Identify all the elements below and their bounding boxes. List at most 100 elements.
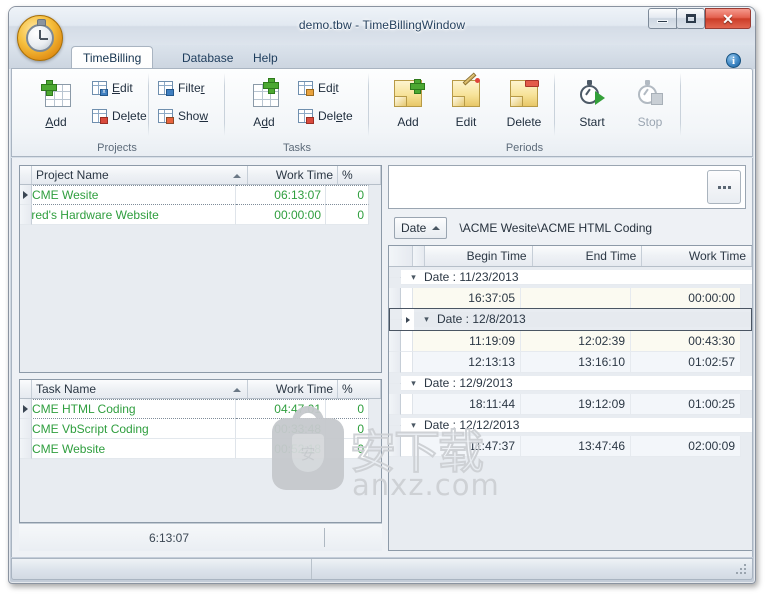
group-header-row[interactable]: ▾ Date : 11/23/2013: [389, 267, 752, 288]
table-row[interactable]: ACME HTML Coding 04:47:01 0: [20, 399, 381, 419]
current-row-marker: [20, 185, 32, 205]
table-row[interactable]: 12:13:13 13:16:10 01:02:57: [389, 352, 752, 373]
cell-percent: 0: [326, 185, 369, 205]
indicator-column-header: [20, 166, 32, 184]
table-row[interactable]: 16:37:05 00:00:00: [389, 288, 752, 309]
sort-ascending-icon: [233, 388, 241, 392]
close-button[interactable]: ✕: [705, 8, 751, 29]
tasks-add-button[interactable]: Add: [234, 73, 294, 129]
chevron-down-icon[interactable]: ▾: [422, 314, 431, 324]
group-label-projects: Projects: [97, 142, 137, 154]
button-label: Edit: [455, 115, 477, 129]
table-row[interactable]: Fred's Hardware Website 00:00:00 0: [20, 205, 381, 225]
chevron-down-icon[interactable]: ▾: [409, 420, 418, 430]
more-options-button[interactable]: [707, 170, 741, 204]
column-header-work-time[interactable]: Work Time: [248, 380, 338, 398]
column-header-project-name[interactable]: Project Name: [32, 166, 248, 184]
cell-begin-time: 18:11:44: [413, 394, 521, 415]
tasks-delete-button[interactable]: Delete: [296, 105, 353, 126]
periods-start-button[interactable]: Start: [562, 73, 622, 129]
button-label: Edit: [112, 80, 133, 95]
projects-filter-button[interactable]: Filter: [156, 77, 205, 98]
column-header-work-time[interactable]: Work Time: [248, 166, 338, 184]
cell-begin-time: 12:13:13: [413, 352, 521, 373]
sort-ascending-icon: [432, 226, 441, 230]
tasks-edit-button[interactable]: Edit: [296, 77, 339, 98]
tab-timebilling[interactable]: TimeBilling: [71, 46, 154, 69]
button-label: Delete: [112, 108, 147, 123]
table-add-icon: [234, 73, 294, 113]
table-row[interactable]: 11:47:37 13:47:46 02:00:09: [389, 436, 752, 457]
cell-work-time: 00:52:18: [236, 439, 326, 459]
cell-work-time: 01:00:25: [631, 394, 741, 415]
periods-grid[interactable]: Begin Time End Time Work Time ▾ Date : 1…: [388, 245, 752, 551]
periods-delete-button[interactable]: Delete: [494, 73, 554, 129]
column-header-begin-time[interactable]: Begin Time: [425, 246, 533, 266]
button-label: Show: [178, 108, 209, 123]
tab-database[interactable]: Database: [171, 46, 244, 69]
right-pane: Date \ACME Wesite\ACME HTML Coding Begin…: [388, 165, 752, 551]
group-header-label: ▾ Date : 12/12/2013: [401, 418, 752, 433]
cell-work-time: 02:00:09: [631, 436, 741, 457]
current-row-marker: [402, 309, 414, 330]
group-gutter: [389, 394, 401, 415]
cell-work-time: 06:13:07: [236, 185, 326, 205]
status-segment-left: [12, 559, 312, 579]
group-header-row-selected[interactable]: ▾ Date : 12/8/2013: [389, 308, 752, 331]
button-label: Add: [397, 115, 419, 129]
column-header-percent[interactable]: %: [338, 166, 381, 184]
periods-edit-button[interactable]: Edit: [436, 71, 496, 129]
projects-delete-button[interactable]: Delete: [90, 105, 147, 126]
table-edit-icon: x: [90, 80, 109, 96]
left-pane: Project Name Work Time % ACME Wesite 06:…: [19, 165, 382, 551]
ellipsis-icon: [717, 185, 721, 189]
group-indicator-column-header: [389, 246, 413, 266]
column-header-percent[interactable]: %: [338, 380, 381, 398]
projects-grid[interactable]: Project Name Work Time % ACME Wesite 06:…: [19, 165, 382, 373]
application-menu-button[interactable]: [17, 15, 63, 61]
cell-end-time: 19:12:09: [521, 394, 631, 415]
periods-add-button[interactable]: Add: [378, 73, 438, 129]
table-row[interactable]: ACME VbScript Coding 00:33:48 0: [20, 419, 381, 439]
projects-show-button[interactable]: Show: [156, 105, 208, 126]
tab-label: TimeBilling: [83, 51, 142, 65]
application-window: demo.tbw - TimeBillingWindow ✕ TimeBilli…: [8, 6, 756, 584]
resize-grip[interactable]: [736, 564, 748, 576]
table-row[interactable]: ACME Website 00:52:18 0: [20, 439, 381, 459]
filter-box[interactable]: [388, 165, 746, 209]
minimize-icon: [657, 20, 668, 23]
cell-end-time: 12:02:39: [521, 331, 631, 352]
row-gutter: [401, 352, 413, 373]
group-separator: [554, 73, 555, 136]
info-icon[interactable]: i: [726, 53, 741, 68]
chevron-down-icon[interactable]: ▾: [409, 378, 418, 388]
maximize-button[interactable]: [676, 8, 705, 29]
tab-help[interactable]: Help: [242, 46, 289, 69]
tasks-grid[interactable]: Task Name Work Time % ACME HTML Coding 0…: [19, 379, 382, 523]
column-header-end-time[interactable]: End Time: [533, 246, 643, 266]
group-header-row[interactable]: ▾ Date : 12/9/2013: [389, 373, 752, 394]
projects-edit-button[interactable]: x Edit: [90, 77, 133, 98]
table-filter-icon: [156, 80, 175, 96]
table-row[interactable]: 18:11:44 19:12:09 01:00:25: [389, 394, 752, 415]
group-by-date-button[interactable]: Date: [394, 217, 448, 239]
cell-percent: 0: [326, 419, 369, 439]
minimize-button[interactable]: [648, 8, 677, 29]
column-header-task-name[interactable]: Task Name: [32, 380, 248, 398]
group-label-tasks: Tasks: [282, 142, 312, 154]
table-delete-icon: [296, 108, 315, 124]
stopwatch-start-icon: [562, 73, 622, 113]
group-gutter: [389, 436, 401, 457]
chevron-down-icon[interactable]: ▾: [409, 272, 418, 282]
tasks-grid-header: Task Name Work Time %: [20, 380, 381, 399]
projects-add-button[interactable]: Add: [26, 73, 86, 129]
cell-percent: 0: [326, 439, 369, 459]
group-header-row[interactable]: ▾ Date : 12/12/2013: [389, 415, 752, 436]
table-row[interactable]: 11:19:09 12:02:39 00:43:30: [389, 331, 752, 352]
note-delete-icon: [494, 73, 554, 113]
column-header-work-time[interactable]: Work Time: [642, 246, 752, 266]
status-bar: [11, 558, 753, 580]
cell-begin-time: 11:47:37: [413, 436, 521, 457]
cell-percent: 0: [326, 399, 369, 419]
table-row[interactable]: ACME Wesite 06:13:07 0: [20, 185, 381, 205]
